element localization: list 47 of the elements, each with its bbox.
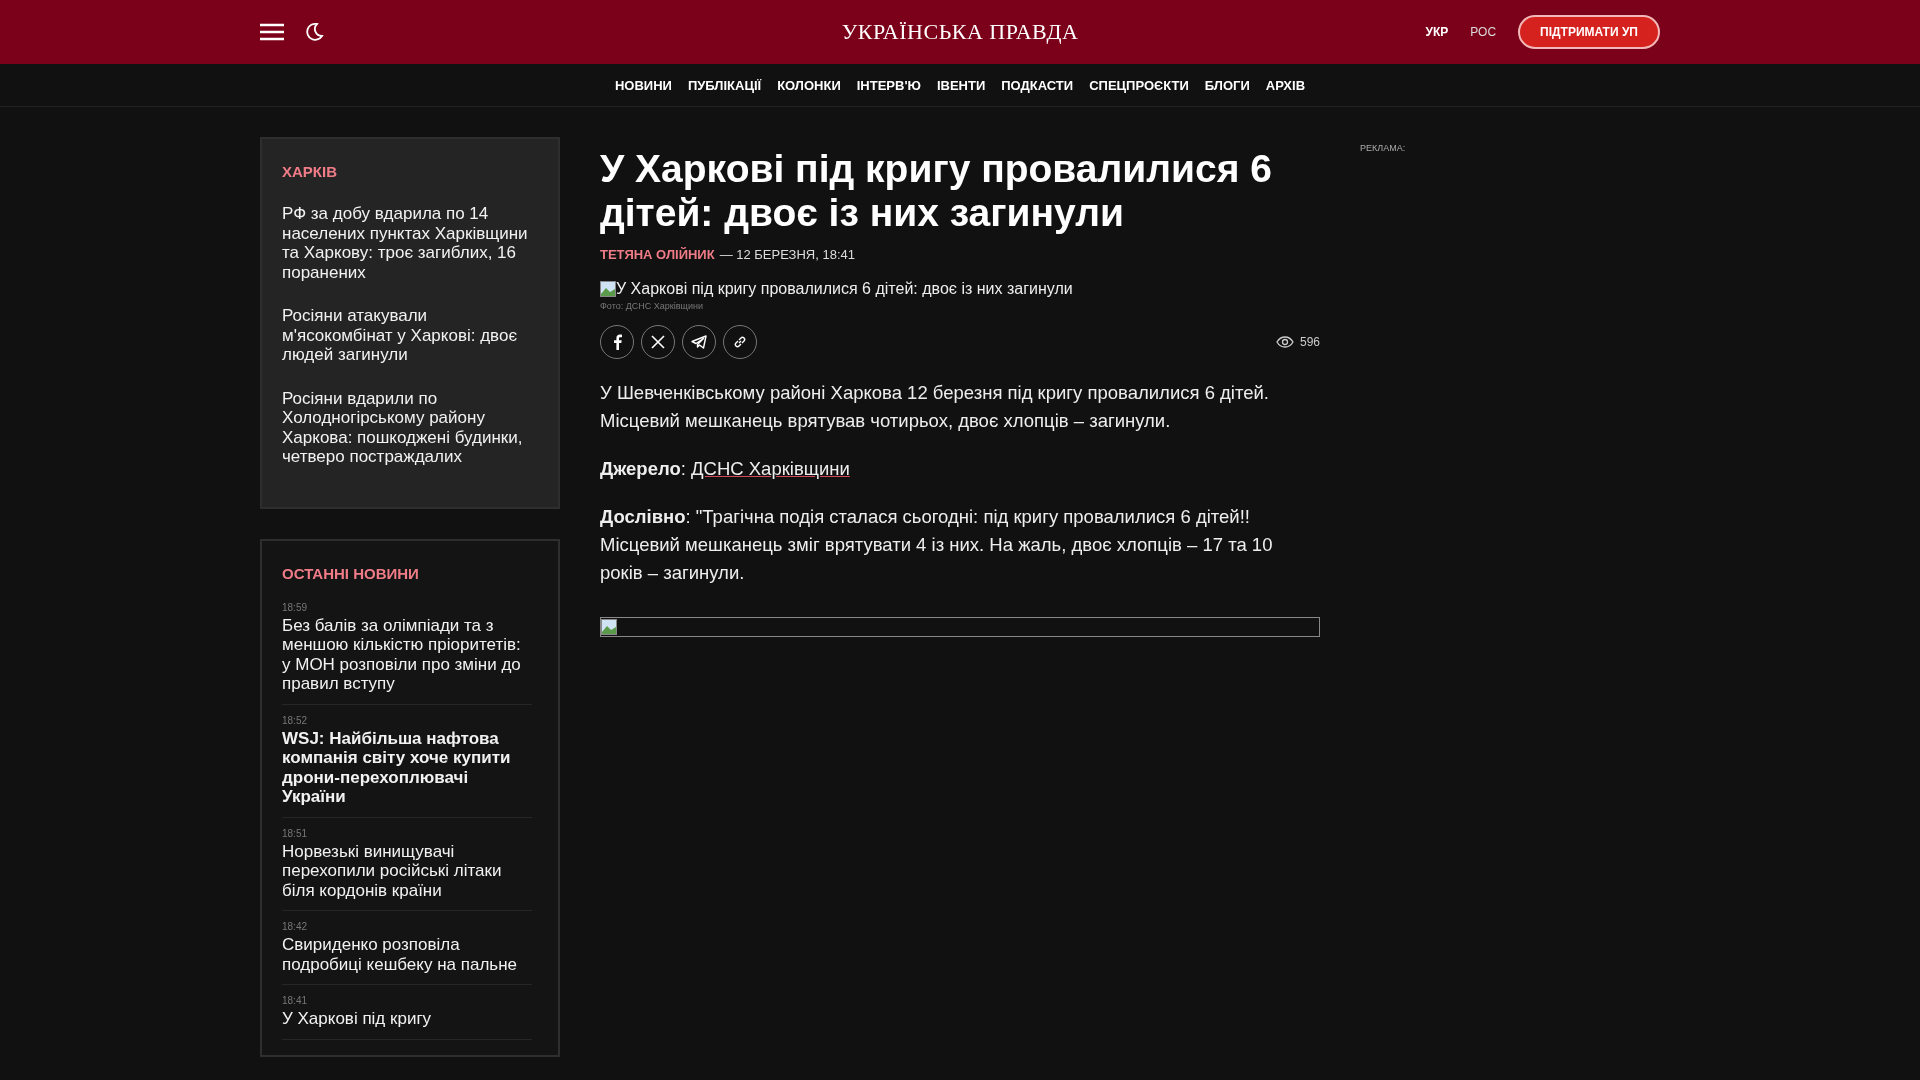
- link-icon: [733, 335, 747, 349]
- nav-link[interactable]: АРХІВ: [1265, 77, 1306, 93]
- broken-image-icon: [600, 281, 616, 297]
- article-title: У Харкові під кригу провалилися 6 дітей: двоє із них загинули: [600, 147, 1273, 235]
- news-time: 18:59: [282, 601, 309, 613]
- ad-label: РЕКЛАМА:: [1360, 143, 1406, 153]
- article-date: — 12 БЕРЕЗНЯ, 18:41: [719, 247, 855, 262]
- language-link[interactable]: УКР: [1425, 25, 1449, 39]
- section-title: ОСТАННІ НОВИНИ: [282, 564, 420, 582]
- news-link[interactable]: Росіяни вдарили по Холодногірському району Харкова: пошкоджені будинки, четверо постраждалих: [282, 388, 532, 467]
- news-link[interactable]: Росіяни атакували м'ясокомбінат у Харкові: двоє людей загинули: [282, 306, 532, 365]
- article-paragraph: У Шевченківському районі Харкова 12 березня під кригу провалилися 6 дітей. Місцевий мешканець врятував чотирьох, двоє хлопців – загинули.: [600, 381, 1270, 433]
- eye-icon: [1275, 336, 1294, 348]
- nav-link[interactable]: ПУБЛІКАЦІЇ: [687, 77, 762, 93]
- support-button[interactable]: ПІДТРИМАТИ УП: [1518, 15, 1660, 49]
- nav-link[interactable]: ІНТЕРВ'Ю: [856, 77, 921, 93]
- site-logo[interactable]: УКРАЇНСЬКА ПРАВДА: [560, 19, 1360, 45]
- news-link[interactable]: Норвезькі винищувачі перехопили російські літаки біля кордонів країни: [282, 841, 532, 900]
- nav-link[interactable]: НОВИНИ: [614, 77, 672, 93]
- image-alt-text: У Харкові під кригу провалилися 6 дітей: двоє із них загинули: [616, 280, 1073, 298]
- news-link[interactable]: Без балів за олімпіади та з меншою кількістю пріоритетів: у МОН розповіли про зміни до правил вступу: [282, 615, 532, 694]
- news-link[interactable]: Свириденко розповіла подробиці кешбеку на пальне: [282, 935, 532, 974]
- news-link[interactable]: РФ за добу вдарила по 14 населених пунктах Харківщини та Харкову: троє загиблих, 16 поранених: [282, 204, 532, 282]
- nav-link[interactable]: ПОДКАСТИ: [1001, 77, 1074, 93]
- moon-icon[interactable]: [304, 22, 324, 42]
- news-time: 18:52: [282, 714, 309, 726]
- news-link[interactable]: WSJ: Найбільша нафтова компанія світу хоче купити дрони-перехоплювачі України: [282, 728, 532, 807]
- nav-link[interactable]: ІВЕНТИ: [936, 77, 986, 93]
- news-time: 18:41: [282, 995, 309, 1006]
- section-title: ХАРКІВ: [282, 163, 338, 180]
- news-time: 18:51: [282, 827, 309, 839]
- source-link[interactable]: ДСНС Харківщини: [691, 458, 850, 479]
- paper-plane-icon: [691, 335, 707, 349]
- photo-credit: Фото: ДСНС Харківщини: [600, 301, 704, 311]
- nav-link[interactable]: БЛОГИ: [1204, 77, 1250, 93]
- facebook-icon: [612, 334, 622, 350]
- menu-icon[interactable]: [260, 23, 284, 41]
- article-paragraph: Дослівно: "Трагічна подія сталася сьогодні: під кригу провалилися 6 дітей!! Місцевий мешканець зміг врятувати 4 із них. На жаль, двоє хлопців – 17 та 10 років – загинули.: [600, 505, 1274, 585]
- news-link[interactable]: У Харкові під кригу: [282, 1009, 532, 1029]
- source-line: Джерело: ДСНС Харківщини: [600, 457, 851, 481]
- news-time: 18:42: [282, 921, 309, 932]
- nav-link[interactable]: КОЛОНКИ: [777, 77, 841, 93]
- view-count: 596: [1299, 335, 1320, 349]
- x-icon: [651, 335, 665, 349]
- nav-link[interactable]: СПЕЦПРОЄКТИ: [1089, 77, 1189, 93]
- language-link[interactable]: РОС: [1470, 25, 1497, 39]
- author-link[interactable]: ТЕТЯНА ОЛІЙНИК: [600, 247, 715, 262]
